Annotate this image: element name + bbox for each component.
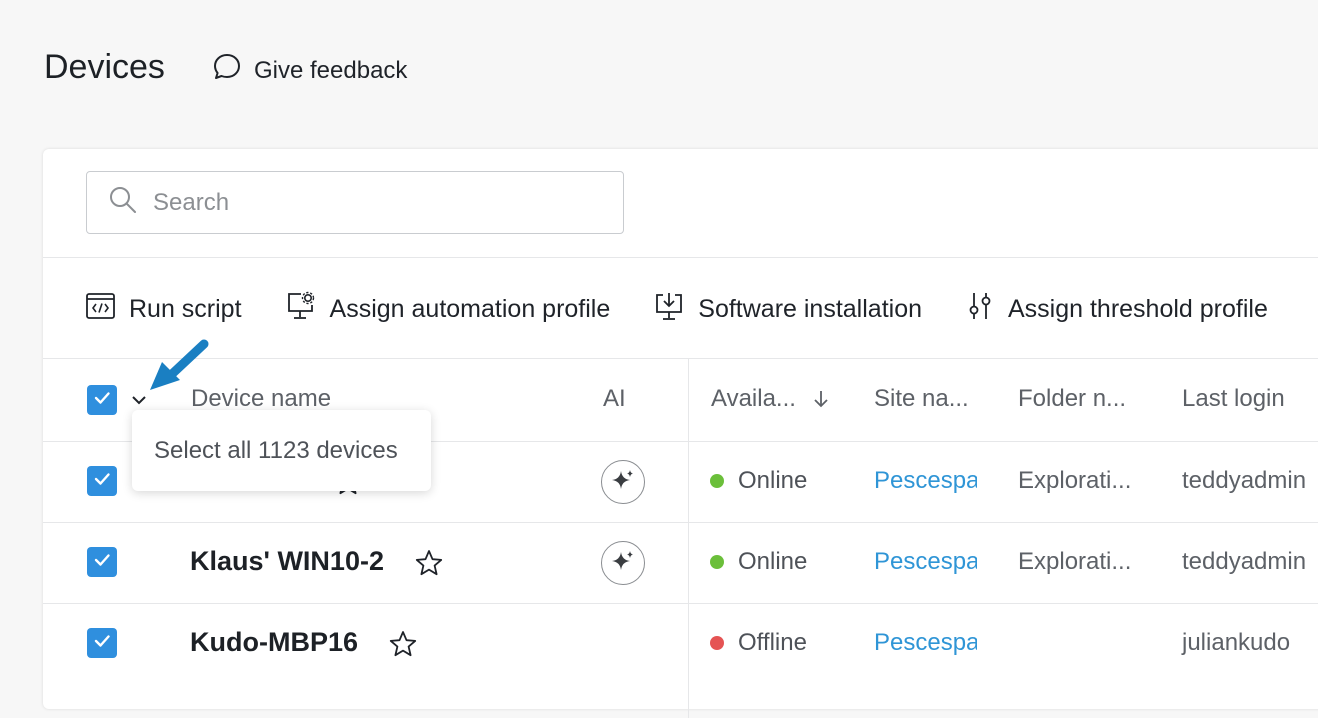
run-script-label: Run script [129, 294, 242, 323]
last-login: juliankudo [1182, 629, 1291, 656]
sparkle-icon [611, 468, 635, 497]
availability-status: Offline [710, 629, 807, 657]
search-input[interactable] [151, 187, 595, 218]
search-field[interactable] [86, 171, 624, 234]
checkmark-icon [92, 388, 112, 413]
last-login: teddyadmin [1182, 467, 1307, 494]
online-dot-icon [710, 555, 724, 569]
column-header-availability[interactable]: Availa... [711, 385, 796, 413]
column-header-folder-name[interactable]: Folder n... [1018, 385, 1126, 413]
star-icon[interactable] [389, 630, 417, 663]
checkmark-icon [92, 469, 112, 494]
give-feedback-label: Give feedback [254, 56, 408, 84]
select-all-tooltip[interactable]: Select all 1123 devices [132, 410, 431, 491]
status-label: Offline [738, 629, 807, 656]
checkmark-icon [92, 550, 112, 575]
select-all-checkbox[interactable] [87, 385, 117, 415]
ai-sparkle-button[interactable] [601, 460, 645, 504]
column-divider [688, 358, 689, 718]
divider [43, 603, 1318, 604]
chat-bubble-icon [212, 52, 242, 89]
folder-name: Explorati... [1018, 548, 1132, 575]
divider [43, 358, 1318, 359]
star-icon[interactable] [415, 549, 443, 582]
row-checkbox[interactable] [87, 466, 117, 496]
software-installation-label: Software installation [698, 294, 922, 323]
divider [43, 257, 1318, 258]
column-header-site-name[interactable]: Site na... [874, 385, 969, 413]
run-script-button[interactable]: Run script [86, 292, 242, 326]
monitor-gear-icon [286, 291, 316, 328]
ai-sparkle-button[interactable] [601, 541, 645, 585]
device-name[interactable]: Klaus' WIN10-2 [190, 546, 384, 577]
sliders-icon [966, 291, 994, 328]
row-checkbox[interactable] [87, 628, 117, 658]
site-link[interactable]: Pescespada [874, 629, 977, 657]
software-installation-button[interactable]: Software installation [654, 291, 922, 328]
device-name[interactable]: Kudo-MBP16 [190, 627, 358, 658]
status-label: Online [738, 467, 808, 494]
toolbar: Run script Assign automation profile Sof… [86, 289, 1312, 329]
status-label: Online [738, 548, 808, 575]
offline-dot-icon [710, 636, 724, 650]
last-login: teddyadmin [1182, 548, 1307, 575]
online-dot-icon [710, 474, 724, 488]
column-header-ai[interactable]: AI [603, 385, 626, 413]
page-title: Devices [44, 48, 165, 86]
sort-arrow-down-icon[interactable] [813, 390, 829, 413]
give-feedback-button[interactable]: Give feedback [212, 52, 407, 89]
sparkle-icon [611, 549, 635, 578]
column-header-last-login[interactable]: Last login [1182, 385, 1285, 413]
annotation-arrow-icon [146, 334, 212, 399]
availability-status: Online [710, 548, 807, 576]
site-link[interactable]: Pescespada [874, 467, 977, 495]
download-monitor-icon [654, 291, 684, 328]
assign-automation-profile-label: Assign automation profile [329, 294, 611, 323]
assign-threshold-profile-label: Assign threshold profile [1008, 294, 1268, 323]
site-link[interactable]: Pescespada [874, 548, 977, 576]
checkmark-icon [92, 631, 112, 656]
code-window-icon [86, 292, 115, 326]
folder-name: Explorati... [1018, 467, 1132, 494]
assign-automation-profile-button[interactable]: Assign automation profile [286, 291, 611, 328]
divider [43, 522, 1318, 523]
search-icon [109, 186, 137, 219]
select-all-label[interactable]: Select all 1123 devices [154, 437, 398, 465]
row-checkbox[interactable] [87, 547, 117, 577]
column-header-device-name[interactable]: Device name [191, 385, 331, 413]
availability-status: Online [710, 467, 807, 495]
assign-threshold-profile-button[interactable]: Assign threshold profile [966, 291, 1268, 328]
